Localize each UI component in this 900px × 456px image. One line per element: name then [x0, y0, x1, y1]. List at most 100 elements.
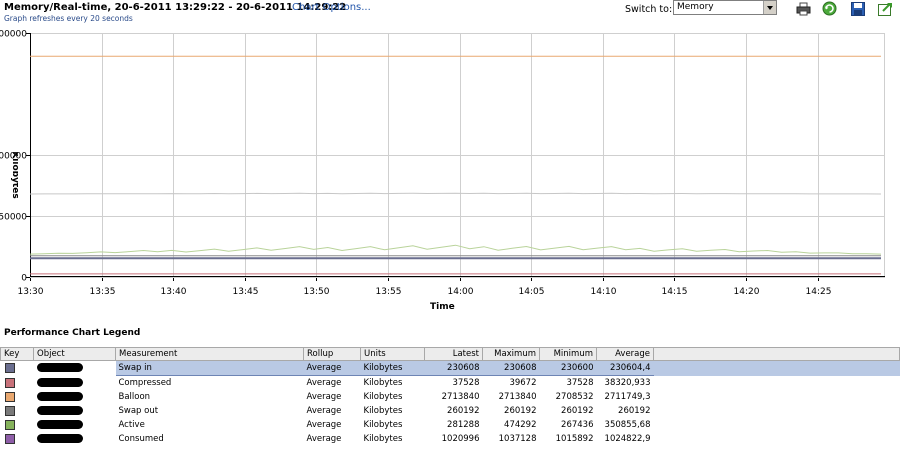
- legend-latest: 1020996: [441, 434, 480, 444]
- col-latest[interactable]: Latest: [424, 347, 483, 361]
- legend-minimum: 37528: [566, 378, 594, 388]
- legend-latest: 37528: [452, 378, 480, 388]
- legend-rollup: Average: [306, 392, 342, 402]
- col-measurement[interactable]: Measurement: [115, 347, 304, 361]
- legend-filler: [654, 390, 900, 404]
- legend-latest: 260192: [447, 406, 480, 416]
- legend-object-cell: [34, 432, 116, 446]
- legend-measurement: Compressed: [118, 378, 172, 388]
- x-axis-title: Time: [430, 302, 455, 312]
- legend-row[interactable]: Active Average Kilobytes 281288 474292 267436…: [1, 418, 900, 432]
- legend-rollup: Average: [303, 360, 361, 376]
- refresh-note: Graph refreshes every 20 seconds: [4, 14, 133, 23]
- legend-average: 350855,68: [604, 420, 651, 430]
- x-tick-label: 13:55: [376, 287, 402, 297]
- x-tick-label: 14:00: [448, 287, 474, 297]
- legend-row[interactable]: Swap out Average Kilobytes 260192 260192 2601…: [1, 404, 900, 418]
- legend-key-cell: [1, 376, 34, 391]
- col-object[interactable]: Object: [33, 347, 116, 361]
- legend-minimum: 267436: [561, 420, 594, 430]
- legend-measurement: Consumed: [118, 434, 164, 444]
- redacted-object-name: [36, 420, 83, 429]
- legend-rollup: Average: [306, 434, 342, 444]
- legend-key-cell: [0, 360, 34, 376]
- legend-row[interactable]: Swap in Average Kilobytes 230608 230608 23060…: [0, 360, 900, 376]
- series-color-swatch: [4, 377, 15, 388]
- col-average[interactable]: Average: [596, 347, 654, 361]
- legend-rollup: Average: [306, 420, 342, 430]
- legend-measurement: Active: [118, 420, 145, 430]
- col-maximum[interactable]: Maximum: [482, 347, 540, 361]
- y-tick-label: 750000: [0, 213, 27, 223]
- save-icon[interactable]: [851, 2, 866, 16]
- chart-options-link[interactable]: Chart Options...: [292, 2, 371, 13]
- legend-maximum: 2713840: [498, 392, 537, 402]
- x-tick-label: 14:25: [806, 287, 832, 297]
- export-icon[interactable]: [878, 2, 893, 16]
- legend-key-cell: [1, 418, 34, 432]
- col-filler: [653, 347, 900, 361]
- legend-title: Performance Chart Legend: [4, 328, 141, 338]
- x-tick-label: 13:35: [90, 287, 116, 297]
- legend-table: Key Object Measurement Rollup Units Late…: [0, 347, 900, 446]
- legend-units: Kilobytes: [363, 378, 403, 388]
- x-tick-label: 13:45: [233, 287, 259, 297]
- legend-units: Kilobytes: [363, 434, 403, 444]
- legend-latest: 281288: [447, 420, 480, 430]
- legend-row[interactable]: Consumed Average Kilobytes 1020996 1037128 10…: [1, 432, 900, 446]
- legend-minimum: 230600: [539, 360, 597, 376]
- legend-average: 230604,4: [596, 360, 654, 376]
- legend-maximum: 39672: [509, 378, 537, 388]
- legend-maximum: 230608: [482, 360, 540, 376]
- legend-rollup: Average: [306, 406, 342, 416]
- series-line-active: [29, 244, 882, 255]
- legend-units: Kilobytes: [360, 360, 425, 376]
- legend-maximum: 474292: [504, 420, 537, 430]
- legend-filler: [654, 404, 900, 418]
- legend-filler: [653, 360, 900, 376]
- legend-latest: 230608: [424, 360, 483, 376]
- col-rollup[interactable]: Rollup: [303, 347, 361, 361]
- legend-measurement: Balloon: [118, 392, 151, 402]
- series-color-swatch: [4, 419, 15, 430]
- redacted-object-name: [36, 392, 83, 401]
- x-tick-label: 14:15: [662, 287, 688, 297]
- legend-row[interactable]: Balloon Average Kilobytes 2713840 2713840 270…: [1, 390, 900, 404]
- switch-to-select[interactable]: Memory: [673, 0, 777, 15]
- legend-units: Kilobytes: [363, 420, 403, 430]
- legend-key-cell: [1, 432, 34, 446]
- x-tick-label: 14:05: [519, 287, 545, 297]
- legend-minimum: 2708532: [555, 392, 594, 402]
- x-tick-label: 13:30: [18, 287, 44, 297]
- legend-key-cell: [1, 390, 34, 404]
- legend-minimum: 1015892: [555, 434, 594, 444]
- col-key[interactable]: Key: [0, 347, 34, 361]
- legend-rollup: Average: [306, 378, 342, 388]
- legend-object-cell: [34, 418, 116, 432]
- printer-icon[interactable]: [796, 2, 811, 16]
- legend-object-cell: [34, 390, 116, 404]
- series-color-swatch: [4, 363, 15, 373]
- legend-body: Swap in Average Kilobytes 230608 230608 23060…: [0, 360, 900, 447]
- series-color-swatch: [4, 391, 15, 402]
- legend-object-cell: [33, 360, 116, 376]
- refresh-icon[interactable]: [822, 1, 837, 16]
- col-minimum[interactable]: Minimum: [539, 347, 597, 361]
- series-color-swatch: [4, 433, 15, 444]
- x-tick-label: 14:20: [734, 287, 760, 297]
- legend-row[interactable]: Compressed Average Kilobytes 37528 39672 3752…: [1, 376, 900, 391]
- redacted-object-name: [36, 363, 83, 373]
- legend-average: 260192: [618, 406, 651, 416]
- legend-filler: [654, 376, 900, 391]
- y-tick-label: 0: [21, 274, 27, 284]
- legend-average: 38320,933: [604, 378, 651, 388]
- legend-units: Kilobytes: [363, 406, 403, 416]
- switch-to-value: Memory: [677, 2, 714, 12]
- legend-measurement: Swap in: [115, 360, 304, 376]
- legend-maximum: 1037128: [498, 434, 537, 444]
- col-units[interactable]: Units: [360, 347, 425, 361]
- legend-minimum: 260192: [561, 406, 594, 416]
- x-tick-label: 14:10: [591, 287, 617, 297]
- legend-units: Kilobytes: [363, 392, 403, 402]
- chevron-down-icon[interactable]: [763, 1, 776, 14]
